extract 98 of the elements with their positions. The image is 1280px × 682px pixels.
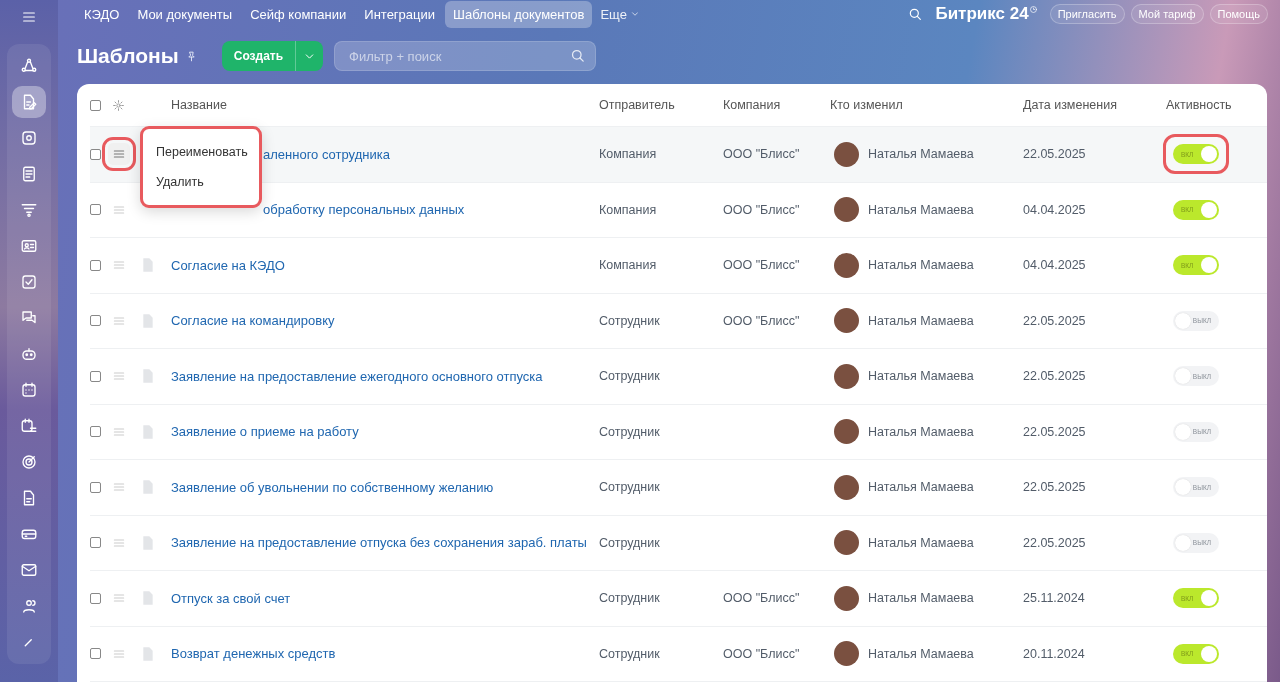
nav-tab[interactable]: Интеграции (356, 0, 444, 28)
column-header[interactable]: Дата изменения (1023, 98, 1166, 112)
envelope-icon (20, 561, 38, 579)
column-header[interactable]: Название (171, 98, 599, 112)
template-name-link[interactable]: Заявление об увольнении по собственному желанию (171, 479, 494, 495)
calendar-icon (20, 381, 38, 399)
template-name-link[interactable]: Заявление на предоставление отпуска без сохранения зараб. платы (171, 535, 587, 551)
contact-card-icon (20, 237, 38, 255)
sender-text: Сотрудник (599, 591, 661, 606)
funnel-icon (20, 201, 38, 219)
user-name: Наталья Мамаева (868, 147, 974, 162)
date-text: 22.05.2025 (1023, 147, 1087, 162)
nav-tab[interactable]: Мои документы (129, 0, 241, 28)
clock-icon (1028, 4, 1038, 14)
avatar (834, 530, 859, 556)
avatar (834, 197, 859, 223)
company-text: ООО "Блисс" (723, 258, 801, 273)
avatar (834, 252, 859, 278)
people-icon (20, 597, 38, 615)
checkbox-icon (20, 273, 38, 291)
user-name: Наталья Мамаева (868, 313, 974, 328)
company-text: ООО "Блисс" (723, 313, 801, 328)
template-name-link[interactable]: Отпуск за свой счет (171, 590, 291, 606)
user-name: Наталья Мамаева (868, 258, 974, 273)
row-checkbox[interactable] (90, 259, 101, 271)
share-nodes-icon (20, 57, 38, 75)
sender-text: Компания (599, 258, 658, 273)
sender-text: Компания (599, 147, 658, 162)
page-title: Шаблоны (77, 44, 179, 69)
user-name: Наталья Мамаева (868, 646, 974, 661)
camera-icon (20, 129, 38, 147)
row-checkbox[interactable] (90, 204, 101, 216)
date-text: 22.05.2025 (1023, 369, 1087, 384)
row-checkbox[interactable] (90, 315, 101, 327)
newspaper-icon (20, 165, 38, 183)
company-text: ООО "Блисс" (723, 591, 801, 606)
column-header[interactable]: Отправитель (599, 98, 723, 112)
avatar (834, 363, 859, 389)
avatar (834, 474, 859, 500)
row-checkbox[interactable] (90, 481, 101, 493)
search-icon (569, 47, 587, 65)
sender-text: Сотрудник (599, 424, 661, 439)
row-checkbox[interactable] (90, 592, 101, 604)
user-name: Наталья Мамаева (868, 480, 974, 495)
sender-text: Сотрудник (599, 369, 661, 384)
avatar (834, 419, 859, 445)
template-name-link[interactable]: Заявление о приеме на работу (171, 424, 359, 440)
column-header[interactable]: Компания (723, 98, 830, 112)
nav-tab[interactable]: Сейф компании (242, 0, 355, 28)
template-name-link[interactable]: Возврат денежных средств (171, 646, 336, 662)
column-header[interactable]: Кто изменил (830, 98, 1023, 112)
sender-text: Сотрудник (599, 480, 661, 495)
avatar (834, 308, 859, 334)
user-name: Наталья Мамаева (868, 591, 974, 606)
row-checkbox[interactable] (90, 648, 101, 660)
user-name: Наталья Мамаева (868, 202, 974, 217)
sender-text: Сотрудник (599, 313, 661, 328)
template-name-link[interactable]: Согласие на КЭДО (171, 257, 285, 273)
row-checkbox[interactable] (90, 426, 101, 438)
more-menu[interactable]: Еще (594, 6, 646, 22)
user-name: Наталья Мамаева (868, 369, 974, 384)
row-checkbox[interactable] (90, 537, 101, 549)
date-text: 22.05.2025 (1023, 424, 1087, 439)
template-name-link[interactable]: Заявление на предоставление ежегодного основного отпуска (171, 368, 543, 384)
select-all-checkbox[interactable] (90, 99, 101, 111)
sender-text: Сотрудник (599, 646, 661, 661)
sender-text: Компания (599, 202, 658, 217)
logo: Битрикс 24 (935, 4, 1029, 25)
avatar (834, 141, 859, 167)
date-text: 25.11.2024 (1023, 591, 1086, 606)
row-checkbox[interactable] (90, 370, 101, 382)
nav-tab[interactable]: КЭДО (76, 0, 128, 28)
sidebar-item[interactable] (12, 86, 46, 118)
date-text: 22.05.2025 (1023, 313, 1087, 328)
template-name-link[interactable]: Согласие на командировку (171, 313, 335, 329)
target-icon (20, 453, 38, 471)
date-text: 04.04.2025 (1023, 258, 1087, 273)
date-text: 22.05.2025 (1023, 535, 1087, 550)
user-name: Наталья Мамаева (868, 424, 974, 439)
avatar (834, 641, 859, 667)
calendar-list-icon (20, 417, 38, 435)
company-text: ООО "Блисс" (723, 646, 801, 661)
settings-icon (112, 98, 125, 112)
company-text: ООО "Блисс" (723, 147, 801, 162)
date-text: 04.04.2025 (1023, 202, 1087, 217)
template-name-link[interactable]: обработку персональных данных (171, 202, 465, 218)
company-text: ООО "Блисс" (723, 202, 801, 217)
date-text: 22.05.2025 (1023, 480, 1087, 495)
search-icon (907, 6, 924, 23)
sender-text: Сотрудник (599, 535, 661, 550)
robot-icon (20, 345, 38, 363)
hamburger-lines-icon (21, 9, 37, 25)
row-checkbox[interactable] (90, 148, 101, 160)
avatar (834, 585, 859, 611)
column-header[interactable]: Активность (1166, 98, 1267, 112)
date-text: 20.11.2024 (1023, 646, 1086, 661)
user-name: Наталья Мамаева (868, 535, 974, 550)
menu-item[interactable]: Переименовать (143, 137, 259, 167)
